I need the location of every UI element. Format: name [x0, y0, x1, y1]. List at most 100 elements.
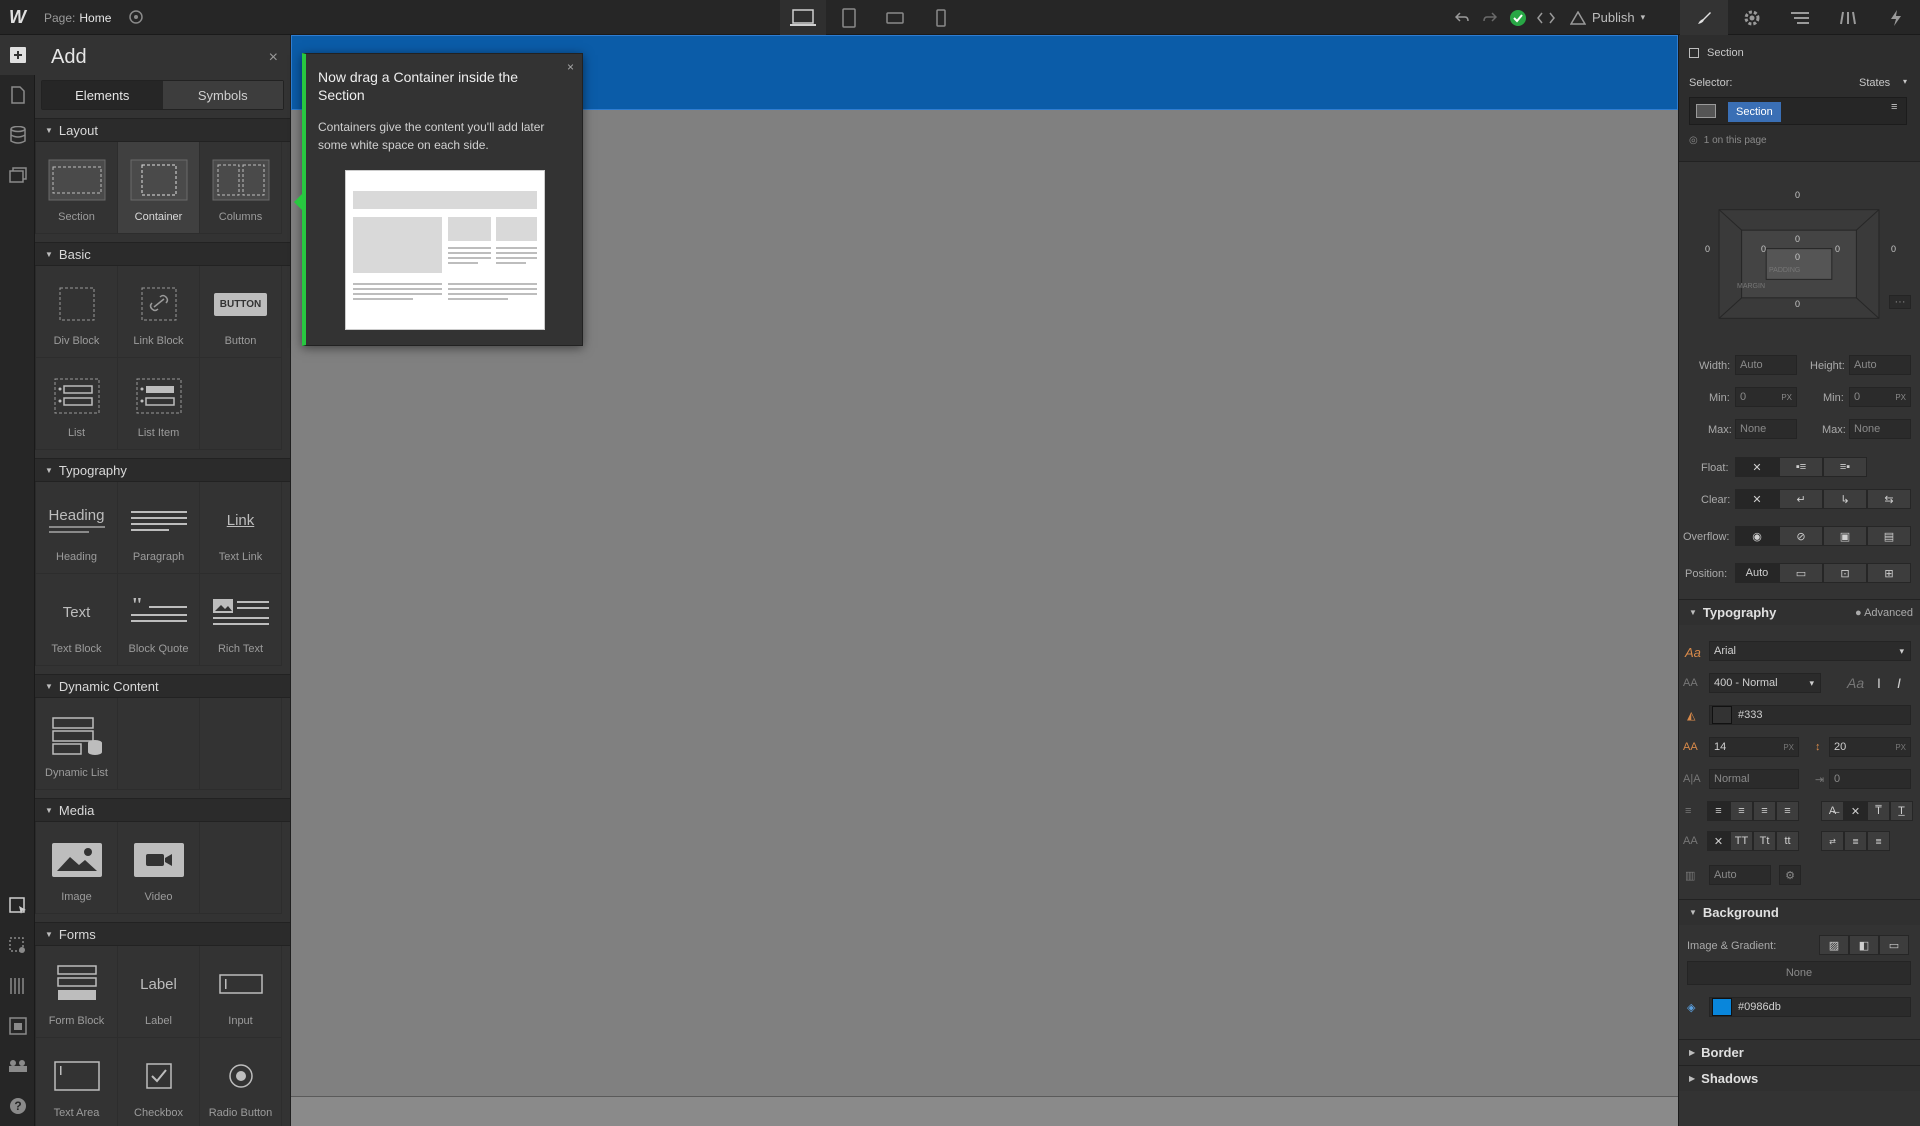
- interactions-bolt-icon[interactable]: [1872, 0, 1920, 35]
- margin-left-value[interactable]: 0: [1705, 244, 1710, 254]
- mobile-portrait-icon[interactable]: [918, 0, 964, 35]
- add-image-icon[interactable]: ▨: [1819, 935, 1849, 955]
- overflow-auto-icon[interactable]: ▤: [1867, 526, 1911, 546]
- category-layout[interactable]: ▼ Layout: [35, 118, 290, 142]
- align-justify-icon[interactable]: ≡: [1776, 801, 1799, 821]
- columns-input[interactable]: Auto: [1709, 865, 1771, 885]
- layout-preview-icon[interactable]: [0, 1006, 35, 1046]
- close-icon[interactable]: ×: [269, 49, 278, 67]
- background-color-input[interactable]: #0986db: [1709, 997, 1911, 1017]
- position-auto-button[interactable]: Auto: [1735, 563, 1779, 583]
- selector-chip[interactable]: Section: [1728, 102, 1781, 122]
- close-icon[interactable]: ×: [567, 60, 574, 74]
- max-width-input[interactable]: None: [1735, 419, 1797, 439]
- text-color-input[interactable]: #333: [1709, 705, 1911, 725]
- desktop-device-icon[interactable]: [780, 0, 826, 35]
- element-video[interactable]: Video: [118, 822, 200, 914]
- border-section-header[interactable]: ▶ Border: [1679, 1039, 1920, 1065]
- position-absolute-icon[interactable]: ⊡: [1823, 563, 1867, 583]
- redo-icon[interactable]: [1476, 0, 1504, 35]
- background-section-header[interactable]: ▼ Background: [1679, 899, 1920, 925]
- align-left-icon[interactable]: ≡: [1707, 801, 1730, 821]
- background-layers-list[interactable]: None: [1687, 961, 1911, 985]
- element-input[interactable]: Input: [200, 946, 282, 1038]
- advanced-toggle[interactable]: ● Advanced: [1855, 607, 1913, 619]
- element-rich-text[interactable]: Rich Text: [200, 574, 282, 666]
- align-right-icon[interactable]: ≡: [1753, 801, 1776, 821]
- element-text-link[interactable]: Link Text Link: [200, 482, 282, 574]
- margin-right-value[interactable]: 0: [1891, 244, 1896, 254]
- padding-left-value[interactable]: 0: [1761, 244, 1766, 254]
- align-center-icon[interactable]: ≡: [1730, 801, 1753, 821]
- chevron-down-icon[interactable]: ▾: [1903, 77, 1907, 86]
- element-link-block[interactable]: Link Block: [118, 266, 200, 358]
- direction-ltr-icon[interactable]: ≣: [1844, 831, 1867, 851]
- overflow-scroll-icon[interactable]: ▣: [1823, 526, 1867, 546]
- decoration-overline-icon[interactable]: T̅: [1867, 801, 1890, 821]
- margin-bottom-value[interactable]: 0: [1795, 299, 1800, 309]
- direction-inherit-icon[interactable]: ⇄: [1821, 831, 1844, 851]
- font-weight-select[interactable]: 400 - Normal ▾: [1709, 673, 1821, 693]
- undo-icon[interactable]: [1448, 0, 1476, 35]
- add-linear-gradient-icon[interactable]: ◧: [1849, 935, 1879, 955]
- preview-eye-icon[interactable]: [128, 9, 144, 25]
- selector-menu-icon[interactable]: ≡: [1891, 101, 1897, 113]
- shadows-section-header[interactable]: ▶ Shadows: [1679, 1065, 1920, 1091]
- columns-settings-icon[interactable]: ⚙: [1779, 865, 1801, 885]
- element-label[interactable]: Label Label: [118, 946, 200, 1038]
- font-size-input[interactable]: 14 PX: [1709, 737, 1799, 757]
- element-text-block[interactable]: Text Text Block: [36, 574, 118, 666]
- element-dynamic-list[interactable]: Dynamic List: [36, 698, 118, 790]
- more-options-icon[interactable]: ···: [1889, 295, 1911, 309]
- cms-database-icon[interactable]: [0, 115, 35, 155]
- states-dropdown[interactable]: States: [1859, 77, 1890, 89]
- element-container[interactable]: Container: [118, 142, 200, 234]
- category-basic[interactable]: ▼ Basic: [35, 242, 290, 266]
- element-block-quote[interactable]: " Block Quote: [118, 574, 200, 666]
- typography-section-header[interactable]: ▼ Typography ● Advanced: [1679, 599, 1920, 625]
- element-section[interactable]: Section: [36, 142, 118, 234]
- padding-right-value[interactable]: 0: [1835, 244, 1840, 254]
- transform-uppercase[interactable]: TT: [1730, 831, 1753, 851]
- tablet-device-icon[interactable]: [826, 0, 872, 35]
- selector-field[interactable]: Section: [1689, 97, 1907, 125]
- letter-spacing-input[interactable]: Normal: [1709, 769, 1799, 789]
- font-family-select[interactable]: Arial ▾: [1709, 641, 1911, 661]
- padding-bottom-value[interactable]: 0: [1795, 252, 1800, 262]
- overflow-hidden-icon[interactable]: ⊘: [1779, 526, 1823, 546]
- page-selector[interactable]: Page: Home: [44, 11, 111, 25]
- position-fixed-icon[interactable]: ⊞: [1867, 563, 1911, 583]
- pages-icon[interactable]: [0, 75, 35, 115]
- navigator-icon[interactable]: [1776, 0, 1824, 35]
- category-media[interactable]: ▼ Media: [35, 798, 290, 822]
- element-list[interactable]: List: [36, 358, 118, 450]
- mobile-landscape-icon[interactable]: [872, 0, 918, 35]
- decoration-none-icon[interactable]: ✕: [1844, 801, 1867, 821]
- max-height-input[interactable]: None: [1849, 419, 1911, 439]
- category-dynamic-content[interactable]: ▼ Dynamic Content: [35, 674, 290, 698]
- float-right-icon[interactable]: ≡▪: [1823, 457, 1867, 477]
- element-list-item[interactable]: List Item: [118, 358, 200, 450]
- float-none-icon[interactable]: ✕: [1735, 457, 1779, 477]
- webflow-logo[interactable]: W: [0, 0, 35, 35]
- style-brush-icon[interactable]: [1680, 0, 1728, 35]
- category-forms[interactable]: ▼ Forms: [35, 922, 290, 946]
- element-button[interactable]: BUTTON Button: [200, 266, 282, 358]
- min-height-input[interactable]: 0 PX: [1849, 387, 1911, 407]
- code-export-icon[interactable]: [1532, 0, 1560, 35]
- decoration-strike-icon[interactable]: A̶: [1821, 801, 1844, 821]
- clear-right-icon[interactable]: ↳: [1823, 489, 1867, 509]
- direction-rtl-icon[interactable]: ≣: [1867, 831, 1890, 851]
- element-heading[interactable]: Heading Heading: [36, 482, 118, 574]
- decoration-underline-icon[interactable]: T̲: [1890, 801, 1913, 821]
- element-radio-button[interactable]: Radio Button: [200, 1038, 282, 1126]
- position-relative-icon[interactable]: ▭: [1779, 563, 1823, 583]
- italic-on-icon[interactable]: I: [1897, 675, 1901, 691]
- element-checkbox[interactable]: Checkbox: [118, 1038, 200, 1126]
- tab-symbols[interactable]: Symbols: [162, 81, 283, 109]
- clear-both-icon[interactable]: ⇆: [1867, 489, 1911, 509]
- text-color-swatch[interactable]: [1712, 706, 1732, 724]
- assets-icon[interactable]: [0, 155, 35, 195]
- element-image[interactable]: Image: [36, 822, 118, 914]
- style-manager-icon[interactable]: [1824, 0, 1872, 35]
